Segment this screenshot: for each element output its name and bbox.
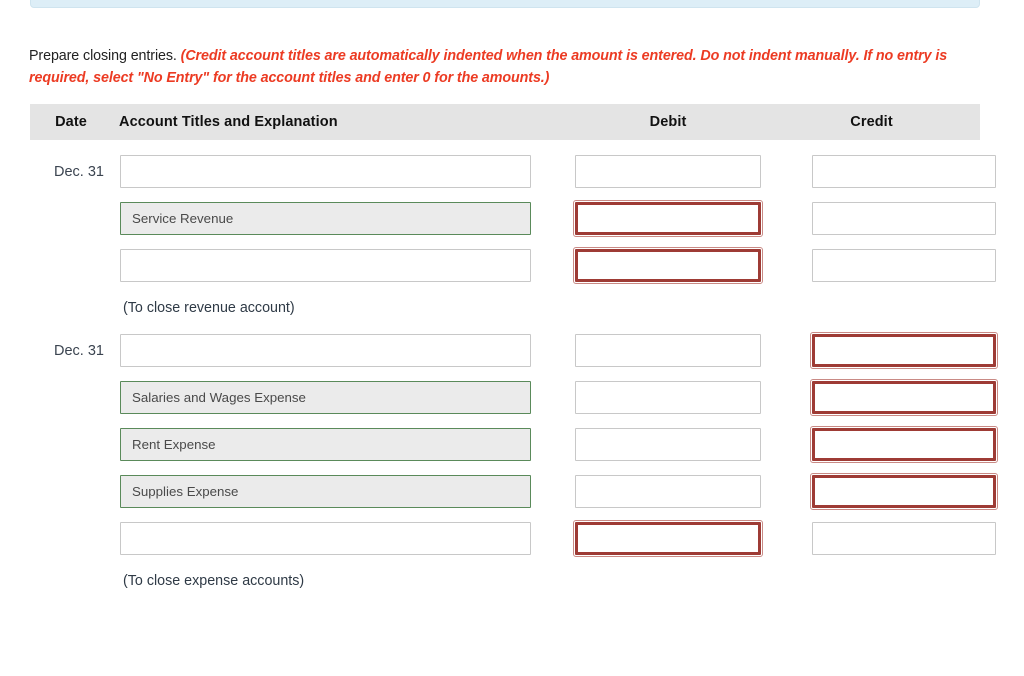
- credit-amount-input[interactable]: [810, 332, 998, 369]
- info-banner: [30, 0, 980, 8]
- credit-amount-input[interactable]: [812, 249, 996, 282]
- debit-amount-input[interactable]: [573, 200, 763, 237]
- debit-cell: [563, 334, 781, 367]
- explanation-row: (To close revenue account): [30, 289, 980, 327]
- account-cell: Service Revenue: [112, 202, 563, 235]
- explanation-row: (To close expense accounts): [30, 562, 980, 600]
- account-title-input[interactable]: Supplies Expense: [120, 475, 531, 508]
- credit-amount-input[interactable]: [810, 426, 998, 463]
- account-title-input[interactable]: Service Revenue: [120, 202, 531, 235]
- date-cell: Dec. 31: [54, 163, 104, 180]
- account-title-input[interactable]: [120, 334, 531, 367]
- debit-amount-input[interactable]: [575, 155, 761, 188]
- header-account: Account Titles and Explanation: [119, 114, 338, 130]
- debit-cell: [563, 200, 781, 237]
- debit-amount-input[interactable]: [573, 247, 763, 284]
- explanation-caption: (To close expense accounts): [123, 573, 305, 589]
- debit-cell: [563, 155, 781, 188]
- credit-amount-input[interactable]: [812, 522, 996, 555]
- page-root: Prepare closing entries. (Credit account…: [0, 0, 1024, 676]
- debit-cell: [563, 428, 781, 461]
- instructions-lead: Prepare closing entries.: [29, 48, 177, 65]
- account-title-input[interactable]: Rent Expense: [120, 428, 531, 461]
- table-body: Dec. 31 Service Revenue (To close revenue …: [30, 148, 998, 600]
- date-cell: Dec. 31: [54, 342, 104, 359]
- table-row: Salaries and Wages Expense: [30, 374, 998, 421]
- table-row: [30, 242, 996, 289]
- credit-amount-input[interactable]: [810, 379, 998, 416]
- account-cell: Rent Expense: [112, 428, 563, 461]
- table-row: Rent Expense: [30, 421, 998, 468]
- table-row: Service Revenue: [30, 195, 996, 242]
- header-date: Date: [55, 114, 87, 130]
- credit-cell: [781, 522, 996, 555]
- table-row: Dec. 31: [30, 148, 996, 195]
- account-cell: Supplies Expense: [112, 475, 563, 508]
- debit-amount-input[interactable]: [575, 475, 761, 508]
- header-credit: Credit: [850, 114, 893, 130]
- credit-cell: [781, 202, 996, 235]
- credit-amount-input[interactable]: [812, 155, 996, 188]
- table-row: Dec. 31: [30, 327, 998, 374]
- credit-cell: [781, 155, 996, 188]
- debit-amount-input[interactable]: [575, 381, 761, 414]
- account-cell: Salaries and Wages Expense: [112, 381, 563, 414]
- journal-entry-table: Date Account Titles and Explanation Debi…: [30, 104, 998, 600]
- explanation-caption: (To close revenue account): [123, 300, 295, 316]
- table-row: [30, 515, 996, 562]
- credit-cell: [781, 332, 998, 369]
- header-debit: Debit: [649, 114, 687, 130]
- instructions-text: Prepare closing entries. (Credit account…: [29, 45, 994, 89]
- debit-cell: [563, 475, 781, 508]
- debit-cell: [563, 381, 781, 414]
- credit-amount-input[interactable]: [810, 473, 998, 510]
- credit-cell: [781, 379, 998, 416]
- account-cell: [112, 522, 563, 555]
- credit-cell: [781, 473, 998, 510]
- account-title-input[interactable]: [120, 249, 531, 282]
- credit-cell: [781, 426, 998, 463]
- credit-amount-input[interactable]: [812, 202, 996, 235]
- debit-amount-input[interactable]: [575, 334, 761, 367]
- account-title-input[interactable]: [120, 522, 531, 555]
- account-cell: [112, 155, 563, 188]
- debit-cell: [563, 247, 781, 284]
- debit-amount-input[interactable]: [573, 520, 763, 557]
- account-cell: [112, 334, 563, 367]
- table-header-row: Date Account Titles and Explanation Debi…: [30, 104, 980, 140]
- credit-cell: [781, 249, 996, 282]
- table-row: Supplies Expense: [30, 468, 998, 515]
- account-title-input[interactable]: Salaries and Wages Expense: [120, 381, 531, 414]
- account-cell: [112, 249, 563, 282]
- account-title-input[interactable]: [120, 155, 531, 188]
- debit-cell: [563, 520, 781, 557]
- debit-amount-input[interactable]: [575, 428, 761, 461]
